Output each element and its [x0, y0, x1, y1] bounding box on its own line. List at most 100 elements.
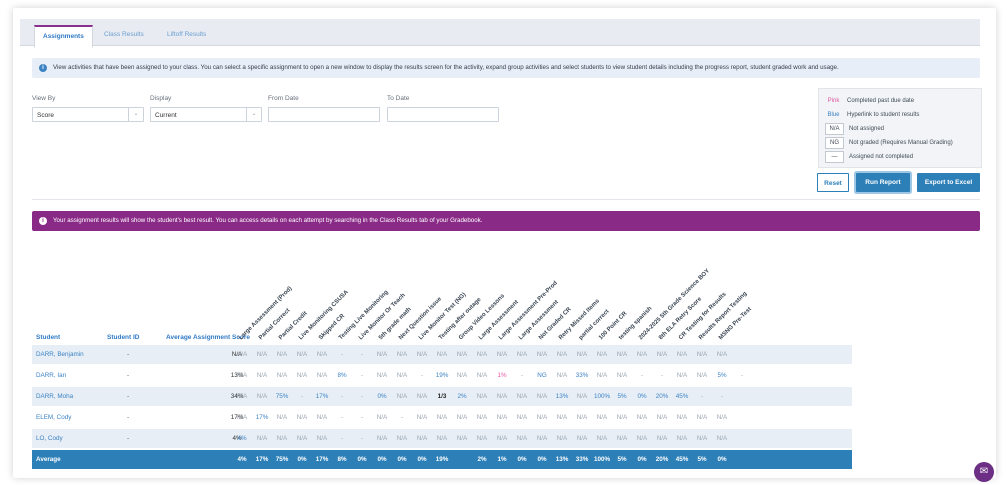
score-cell: N/A	[596, 414, 608, 421]
legend-panel: Pink Completed past due date Blue Hyperlin…	[818, 88, 982, 168]
export-excel-button[interactable]: Export to Excel	[917, 173, 980, 192]
legend-text: Not assigned	[849, 126, 885, 132]
score-cell: N/A	[456, 435, 468, 442]
score-cell[interactable]: 1%	[492, 366, 512, 385]
average-score-cell: 0%	[637, 456, 647, 463]
score-cell: N/A	[556, 414, 568, 421]
from-date-input[interactable]	[268, 107, 380, 122]
score-cell: N/A	[616, 414, 628, 421]
score-cell: N/A	[476, 435, 488, 442]
score-cell: -	[520, 372, 524, 379]
score-cell[interactable]: 2%	[452, 387, 472, 406]
score-cell[interactable]: NG	[532, 366, 552, 385]
average-score-cell: 17%	[255, 456, 269, 463]
score-cell[interactable]: 19%	[432, 366, 452, 385]
to-date-input[interactable]	[387, 107, 499, 122]
info-bar: i View activities that have been assigne…	[32, 58, 980, 78]
score-cell[interactable]: 45%	[672, 387, 692, 406]
score-cell[interactable]: 8%	[332, 366, 352, 385]
score-cell: N/A	[676, 435, 688, 442]
average-score-column-header[interactable]: Average Assignment Score	[166, 334, 250, 341]
score-cell[interactable]: 0%	[632, 387, 652, 406]
student-id: -	[127, 372, 130, 379]
tab-liftoff-results[interactable]: Liftoff Results	[159, 25, 214, 45]
student-name-link[interactable]: DARR, Benjamin	[36, 345, 84, 364]
score-cell: N/A	[456, 414, 468, 421]
legend-text: Not graded (Requires Manual Grading)	[849, 140, 953, 146]
average-score-cell: 4%	[237, 456, 247, 463]
score-cell: -	[360, 372, 364, 379]
chat-icon[interactable]: ✉	[974, 462, 994, 482]
score-cell: N/A	[316, 414, 328, 421]
score-cell: N/A	[416, 351, 428, 358]
score-cell: N/A	[316, 351, 328, 358]
score-cell: N/A	[416, 393, 428, 400]
results-banner: i Your assignment results will show the …	[32, 211, 980, 231]
score-cell: N/A	[396, 372, 408, 379]
display-select[interactable]: Current ⌄	[150, 107, 262, 122]
average-score-cell: 19%	[435, 456, 449, 463]
score-cell: N/A	[696, 372, 708, 379]
score-cell: N/A	[496, 351, 508, 358]
average-score-cell: 8%	[337, 456, 347, 463]
score-cell: N/A	[276, 435, 288, 442]
score-cell: N/A	[476, 351, 488, 358]
student-name-link[interactable]: LO, Cody	[36, 429, 63, 448]
tab-class-results[interactable]: Class Results	[96, 25, 152, 45]
score-cell: N/A	[516, 351, 528, 358]
average-label: Average	[36, 456, 61, 463]
score-cell: N/A	[536, 414, 548, 421]
run-report-button[interactable]: Run Report	[856, 173, 910, 192]
score-cell: -	[360, 351, 364, 358]
legend-item: N/A Not assigned	[825, 123, 884, 135]
score-cell: N/A	[476, 393, 488, 400]
score-cell: N/A	[436, 435, 448, 442]
score-cell[interactable]: 0%	[372, 387, 392, 406]
score-cell: N/A	[676, 372, 688, 379]
score-cell: -	[340, 414, 344, 421]
legend-key: N/A	[825, 123, 844, 135]
score-cell[interactable]: 20%	[652, 387, 672, 406]
average-score-cell: 17%	[315, 456, 329, 463]
score-cell: N/A	[636, 435, 648, 442]
score-cell: N/A	[716, 351, 728, 358]
score-cell: N/A	[556, 372, 568, 379]
score-cell: -	[720, 393, 724, 400]
student-name-link[interactable]: DARR, Moha	[36, 387, 73, 406]
score-cell[interactable]: 17%	[312, 387, 332, 406]
score-cell[interactable]: 4%	[232, 429, 252, 448]
legend-text: Hyperlink to student results	[847, 112, 920, 118]
score-cell: N/A	[496, 435, 508, 442]
score-cell: N/A	[656, 435, 668, 442]
score-cell: N/A	[396, 351, 408, 358]
student-id-column-header[interactable]: Student ID	[107, 334, 140, 341]
score-cell: N/A	[396, 393, 408, 400]
score-cell[interactable]: 17%	[252, 408, 272, 427]
score-cell[interactable]: 33%	[572, 366, 592, 385]
chevron-down-icon: ⌄	[246, 108, 261, 121]
student-column-header[interactable]: Student	[36, 334, 60, 341]
average-row: Average 4% 17% 75% 0% 17% 8% 0% 0% 0% 0% 19% 2% 1% 0%…	[32, 450, 852, 469]
score-cell[interactable]: 13%	[552, 387, 572, 406]
tab-assignments[interactable]: Assignments	[34, 25, 93, 48]
reset-button[interactable]: Reset	[817, 173, 849, 192]
score-cell: -	[340, 351, 344, 358]
score-cell: N/A	[376, 435, 388, 442]
score-cell: N/A	[456, 372, 468, 379]
view-by-select[interactable]: Score ⌄	[32, 107, 144, 122]
legend-key: NG	[825, 137, 844, 149]
score-cell: N/A	[256, 393, 268, 400]
score-cell[interactable]: 5%	[612, 387, 632, 406]
score-cell[interactable]: 75%	[272, 387, 292, 406]
score-cell: -	[360, 435, 364, 442]
score-cell: N/A	[256, 435, 268, 442]
legend-item: Blue Hyperlink to student results	[825, 109, 919, 121]
score-cell: N/A	[436, 414, 448, 421]
student-id: -	[127, 414, 130, 421]
student-name-link[interactable]: ELEM, Cody	[36, 408, 71, 427]
score-cell[interactable]: 100%	[592, 387, 612, 406]
student-name-link[interactable]: DARR, Ian	[36, 366, 66, 385]
score-cell[interactable]: 5%	[712, 366, 732, 385]
score-cell: N/A	[696, 414, 708, 421]
score-cell: -	[740, 372, 744, 379]
